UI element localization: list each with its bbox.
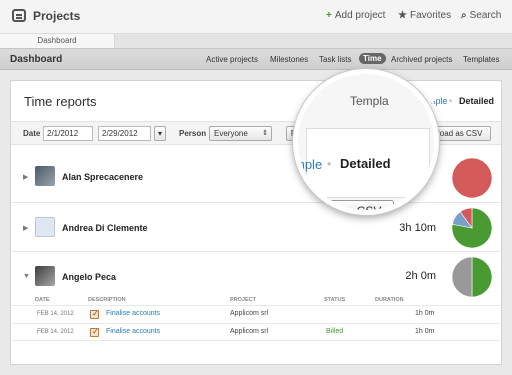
person-name: Alan Sprecacenere [62, 172, 144, 182]
pie-slice [471, 256, 493, 298]
person-label: Person [179, 129, 207, 138]
checkbox-icon[interactable] [90, 309, 99, 319]
app-title: Projects [33, 9, 81, 23]
table-row: FEB 14, 2012 Finalise accounts Applicom … [11, 323, 501, 341]
date-from-field[interactable]: 2/1/2012 [43, 126, 93, 141]
date-to-field[interactable]: 2/29/2012 [98, 126, 151, 141]
zoomed-separator: • [327, 157, 332, 171]
favorites-label: Favorites [409, 10, 452, 21]
tab-row: Dashboard [0, 34, 512, 48]
add-project-label: Add project [334, 10, 386, 21]
column-header-status: STATUS [324, 297, 346, 303]
person-total: 2h 0m [405, 270, 436, 282]
search-label: Search [469, 10, 502, 21]
checkbox-icon[interactable] [90, 327, 99, 337]
search-icon: ⌕ [461, 10, 467, 21]
person-select-value: Everyone [214, 129, 248, 138]
collapse-caret-icon[interactable]: ▼ [23, 273, 30, 280]
nav-bar: Dashboard Active projects Milestones Tas… [0, 48, 512, 70]
entry-description-link[interactable]: Finalise accounts [106, 310, 160, 317]
zoomed-detailed-link[interactable]: Detailed [340, 156, 391, 171]
column-header-description: DESCRIPTION [88, 297, 126, 303]
entry-description-link[interactable]: Finalise accounts [106, 328, 160, 335]
search-button[interactable]: ⌕ Search [461, 10, 501, 21]
page-title: Dashboard [10, 54, 63, 65]
avatar [35, 266, 55, 286]
date-label: Date [23, 129, 41, 138]
plus-icon: + [326, 10, 332, 21]
time-pie-chart [451, 207, 493, 249]
chevron-down-icon: ▾ [157, 129, 162, 138]
nav-archived-projects[interactable]: Archived projects [391, 55, 452, 64]
nav-task-lists[interactable]: Task lists [319, 55, 351, 64]
zoom-magnifier: Templa mple • Detailed load as CSV [293, 69, 439, 215]
nav-templates[interactable]: Templates [463, 55, 499, 64]
table-row: FEB 14, 2012 Finalise accounts Applicom … [11, 305, 501, 323]
expand-caret-icon[interactable]: ▶ [23, 173, 28, 181]
date-range-dropdown[interactable]: ▾ [154, 126, 166, 141]
top-bar: Projects + Add project ★ Favorites ⌕ Search [0, 0, 512, 34]
person-name: Angelo Peca [62, 272, 117, 282]
entry-status: Billed [326, 328, 344, 335]
zoomed-templates-fragment: Templa [350, 94, 389, 108]
column-header-project: PROJECT [230, 297, 256, 303]
view-separator: • [449, 96, 453, 106]
nav-milestones[interactable]: Milestones [270, 55, 308, 64]
zoomed-simple-link[interactable]: mple [298, 157, 322, 172]
projects-icon [12, 9, 26, 22]
add-project-button[interactable]: + Add project [326, 10, 385, 21]
person-total: 3h 10m [399, 222, 436, 234]
expand-caret-icon[interactable]: ▶ [23, 224, 28, 232]
entry-date: FEB 14, 2012 [37, 329, 74, 335]
column-header-date: DATE [35, 297, 50, 303]
star-icon: ★ [398, 10, 407, 21]
person-row[interactable]: ▶ Andrea Di Clemente 3h 10m [11, 203, 501, 252]
entry-duration: 1h 0m [415, 328, 435, 335]
time-pie-chart [451, 157, 493, 199]
pie-slice [451, 157, 493, 199]
avatar [35, 217, 55, 237]
pie-slice [451, 256, 473, 298]
view-detailed-link[interactable]: Detailed [459, 96, 494, 106]
person-row-expanded[interactable]: ▼ Angelo Peca 2h 0m [11, 252, 501, 292]
nav-time[interactable]: Time [359, 53, 386, 64]
select-arrows-icon: ⇕ [262, 130, 268, 137]
avatar [35, 166, 55, 186]
entry-duration: 1h 0m [415, 310, 435, 317]
column-header-duration: DURATION [375, 297, 404, 303]
time-pie-chart [451, 256, 493, 298]
favorites-button[interactable]: ★ Favorites [398, 10, 451, 21]
time-reports-title: Time reports [24, 94, 97, 109]
tab-dashboard[interactable]: Dashboard [0, 34, 115, 48]
entry-date: FEB 14, 2012 [37, 311, 74, 317]
person-name: Andrea Di Clemente [62, 223, 148, 233]
nav-active-projects[interactable]: Active projects [206, 55, 258, 64]
person-select[interactable]: Everyone ⇕ [209, 126, 272, 141]
entry-project: Applicom srl [230, 310, 269, 317]
entry-project: Applicom srl [230, 328, 269, 335]
